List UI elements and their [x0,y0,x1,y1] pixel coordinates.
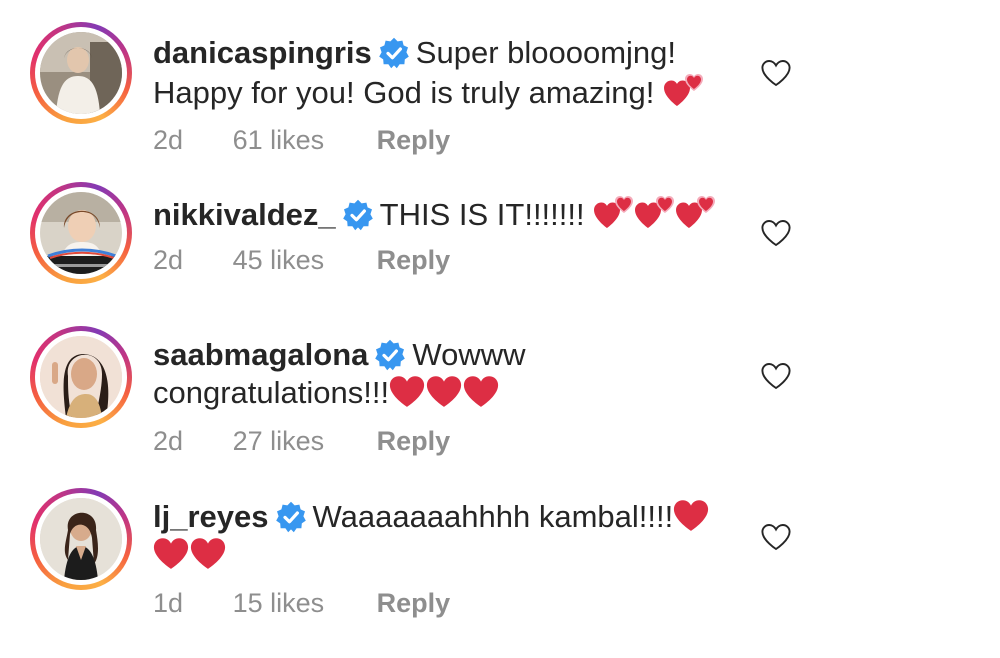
like-heart-icon[interactable] [760,218,792,248]
comment-meta: 2d 45 likes Reply [153,245,450,276]
comment-text: lj_reyes Waaaaaaahhhh kambal!!!! [153,498,743,579]
verified-badge-icon [378,37,410,69]
username[interactable]: nikkivaldez_ [153,197,336,232]
avatar[interactable] [30,182,132,284]
reply-button[interactable]: Reply [377,588,451,619]
comment-body: Waaaaaaahhhh kambal!!!! [312,499,674,534]
reply-button[interactable]: Reply [377,125,451,156]
comment-item: danicaspingris Super bloooomjng! Happy fo… [0,0,1000,170]
avatar[interactable] [30,326,132,428]
verified-badge-icon [275,501,307,533]
comment-text: danicaspingris Super bloooomjng! Happy fo… [153,34,743,117]
comment-age: 2d [153,426,184,456]
two-hearts-icon [634,194,674,230]
red-heart-icon [153,537,189,570]
avatar[interactable] [30,22,132,124]
avatar-photo [40,192,122,274]
likes-count[interactable]: 45 likes [233,245,325,276]
comment-body: THIS IS IT!!!!!!! [379,197,585,232]
avatar-photo [40,32,122,114]
avatar-photo [40,498,122,580]
username[interactable]: saabmagalona [153,337,368,372]
like-heart-icon[interactable] [760,58,792,88]
avatar[interactable] [30,488,132,590]
emoji-group [153,537,227,579]
comment-meta: 2d 27 likes Reply [153,426,450,457]
comment-age: 2d [153,125,184,155]
likes-count[interactable]: 61 likes [233,125,325,156]
reply-button[interactable]: Reply [377,245,451,276]
red-heart-icon [426,375,462,408]
comment-text: saabmagalona Wowww congratulations!!! [153,336,743,417]
avatar-photo [40,336,122,418]
comment-item: nikkivaldez_ THIS IS IT!!!!!!! 2d 45 like… [0,170,1000,320]
two-hearts-icon [663,72,703,108]
comment-age: 1d [153,588,184,618]
likes-count[interactable]: 15 likes [233,588,325,619]
red-heart-icon [389,375,425,408]
emoji-group [663,72,704,117]
like-heart-icon[interactable] [760,522,792,552]
likes-count[interactable]: 27 likes [233,426,325,457]
red-heart-icon [463,375,499,408]
comment-age: 2d [153,245,184,275]
verified-badge-icon [374,339,406,371]
comment-item: saabmagalona Wowww congratulations!!! 2d … [0,320,1000,482]
comment-meta: 1d 15 likes Reply [153,588,450,619]
reply-button[interactable]: Reply [377,426,451,457]
emoji-group [389,375,500,417]
red-heart-icon [190,537,226,570]
comment-meta: 2d 61 likes Reply [153,125,450,156]
red-heart-icon [673,499,709,532]
username[interactable]: danicaspingris [153,35,372,70]
username[interactable]: lj_reyes [153,499,269,534]
comment-item: lj_reyes Waaaaaaahhhh kambal!!!! 1d 15 li… [0,482,1000,658]
emoji-group [593,194,716,239]
like-heart-icon[interactable] [760,361,792,391]
two-hearts-icon [593,194,633,230]
two-hearts-icon [675,194,715,230]
verified-badge-icon [342,199,374,231]
comment-text: nikkivaldez_ THIS IS IT!!!!!!! [153,194,743,239]
